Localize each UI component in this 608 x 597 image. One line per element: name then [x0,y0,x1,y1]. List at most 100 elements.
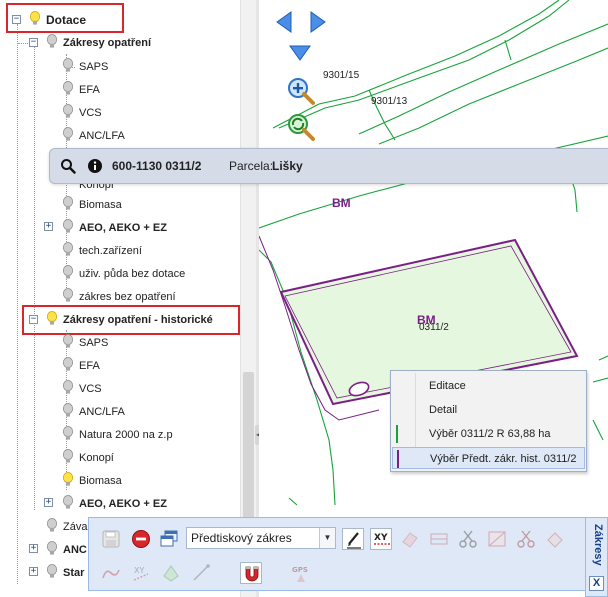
lightbulb-off-icon[interactable] [62,380,74,395]
expand-toggle-icon[interactable]: + [29,544,38,553]
save-button[interactable] [100,528,122,550]
tree-node-anc-lfa[interactable]: ANC/LFA [0,126,240,146]
pan-down-icon[interactable] [289,45,311,61]
erase-button[interactable] [399,528,421,550]
collapse-toggle-icon[interactable]: − [29,38,38,47]
tree-node-zakres-bez-opatreni[interactable]: zákres bez opatření [0,287,240,303]
map-label-parcel: 9301/15 [323,70,360,81]
feature-info-bar: 600-1130 0311/2 Parcela: Lišky [49,148,608,184]
lightbulb-off-icon[interactable] [62,265,74,280]
tree-node-saps[interactable]: SAPS [0,57,240,77]
menu-item-select-historic[interactable]: Výběr Předt. zákr. hist. 0311/2 [392,447,585,469]
lightbulb-off-icon[interactable] [62,449,74,464]
chevron-down-icon[interactable]: ▼ [319,528,335,548]
menu-item-label: Detail [429,404,458,416]
rotate-button[interactable] [544,528,566,550]
close-icon[interactable]: X [589,576,604,591]
zakresy-panel-tab[interactable]: Zákresy X [585,517,608,597]
tree-label: AEO, AEKO + EZ [79,222,167,234]
lightbulb-off-icon[interactable] [62,81,74,96]
expand-toggle-icon[interactable]: + [44,498,53,507]
lightbulb-off-icon[interactable] [62,495,74,510]
split-line-icon [430,533,448,545]
draw-button[interactable] [342,528,364,550]
tree-node-hist-anc-lfa[interactable]: ANC/LFA [0,402,240,422]
tree-node-zakresy-historicke[interactable]: − Zákresy opatření - historické [0,310,240,330]
lightbulb-off-icon[interactable] [62,357,74,372]
lightbulb-off-icon[interactable] [62,196,74,211]
menu-item-detail[interactable]: Detail [392,399,585,421]
menu-item-label: Výběr 0311/2 R 63,88 ha [429,428,551,440]
tree-node-uziv-puda[interactable]: uživ. půda bez dotace [0,264,240,284]
lightbulb-off-icon[interactable] [62,58,74,73]
lightbulb-off-icon[interactable] [62,288,74,303]
tree-node-hist-natura[interactable]: Natura 2000 na z.p [0,425,240,445]
xy-point-button[interactable]: XY [130,562,152,584]
info-icon[interactable] [87,158,103,174]
fill-polygon-icon [163,565,179,582]
collapse-toggle-icon[interactable]: − [12,15,21,24]
split-polygon-button[interactable] [486,528,508,550]
refresh-zoom-icon[interactable] [286,112,316,142]
split-line-button[interactable] [428,528,450,550]
map-label-culture: BM [417,313,436,327]
lightbulb-off-icon[interactable] [62,334,74,349]
tree-node-hist-saps[interactable]: SAPS [0,333,240,353]
lightbulb-off-icon[interactable] [62,127,74,142]
windows-button[interactable] [158,528,180,550]
lightbulb-off-icon[interactable] [62,426,74,441]
lightbulb-off-icon[interactable] [62,242,74,257]
map-view[interactable]: 9301/15 9301/13 0311/2 BM BM [259,0,608,597]
tree-scrollbar[interactable] [240,0,256,597]
cut-polygon-button[interactable] [515,528,537,550]
lightbulb-off-icon[interactable] [62,403,74,418]
tree-node-hist-konopi[interactable]: Konopí [0,448,240,468]
lightbulb-off-icon[interactable] [62,219,74,234]
lightbulb-on-icon[interactable] [29,11,41,26]
zoom-in-icon[interactable] [286,76,316,106]
gps-icon: GPS [292,566,308,582]
rotate-icon [547,532,563,548]
expand-toggle-icon[interactable]: + [29,567,38,576]
lightbulb-on-icon[interactable] [62,472,74,487]
layer-select[interactable]: Předtiskový zákres ▼ [186,527,336,549]
menu-item-editace[interactable]: Editace [392,375,585,397]
pan-left-icon[interactable] [276,11,292,33]
lightbulb-off-icon[interactable] [62,104,74,119]
lightbulb-on-icon[interactable] [46,311,58,326]
tree-node-hist-biomasa[interactable]: Biomasa [0,471,240,491]
cut-button[interactable] [457,528,479,550]
gps-button[interactable]: GPS [290,562,312,584]
vertex-button[interactable] [190,562,212,584]
lightbulb-off-icon[interactable] [46,34,58,49]
tree-node-dotace[interactable]: − Dotace [0,10,240,30]
scissors-icon [517,530,535,548]
snap-button[interactable] [240,562,262,584]
lightbulb-off-icon[interactable] [46,564,58,579]
expand-toggle-icon[interactable]: + [44,222,53,231]
windows-icon [160,530,178,547]
tree-node-zakresy-opatreni[interactable]: − Zákresy opatření [0,33,240,53]
pan-right-icon[interactable] [310,11,326,33]
vertex-icon [193,564,210,581]
tree-node-tech-zarizeni[interactable]: tech.zařízení [0,241,240,261]
merge-button[interactable] [100,562,122,584]
tree-node-hist-aeo-aeko-ez[interactable]: + AEO, AEKO + EZ [0,494,240,514]
tree-node-aeo-aeko-ez[interactable]: + AEO, AEKO + EZ [0,218,240,238]
tree-label: Biomasa [79,199,122,211]
parcel-name-label: Parcela: [229,159,274,173]
lightbulb-off-icon[interactable] [46,541,58,556]
tree-node-vcs[interactable]: VCS [0,103,240,123]
menu-item-select-parcel[interactable]: Výběr 0311/2 R 63,88 ha [392,423,585,445]
fill-button[interactable] [160,562,182,584]
lightbulb-off-icon[interactable] [46,518,58,533]
tree-node-hist-vcs[interactable]: VCS [0,379,240,399]
tree-node-efa[interactable]: EFA [0,80,240,100]
collapse-toggle-icon[interactable]: − [29,315,38,324]
tree-label: AEO, AEKO + EZ [79,498,167,510]
cancel-button[interactable] [130,528,152,550]
tree-node-hist-efa[interactable]: EFA [0,356,240,376]
coordinates-button[interactable]: XY [370,528,392,550]
tree-node-biomasa[interactable]: Biomasa [0,195,240,215]
search-icon[interactable] [60,158,76,174]
